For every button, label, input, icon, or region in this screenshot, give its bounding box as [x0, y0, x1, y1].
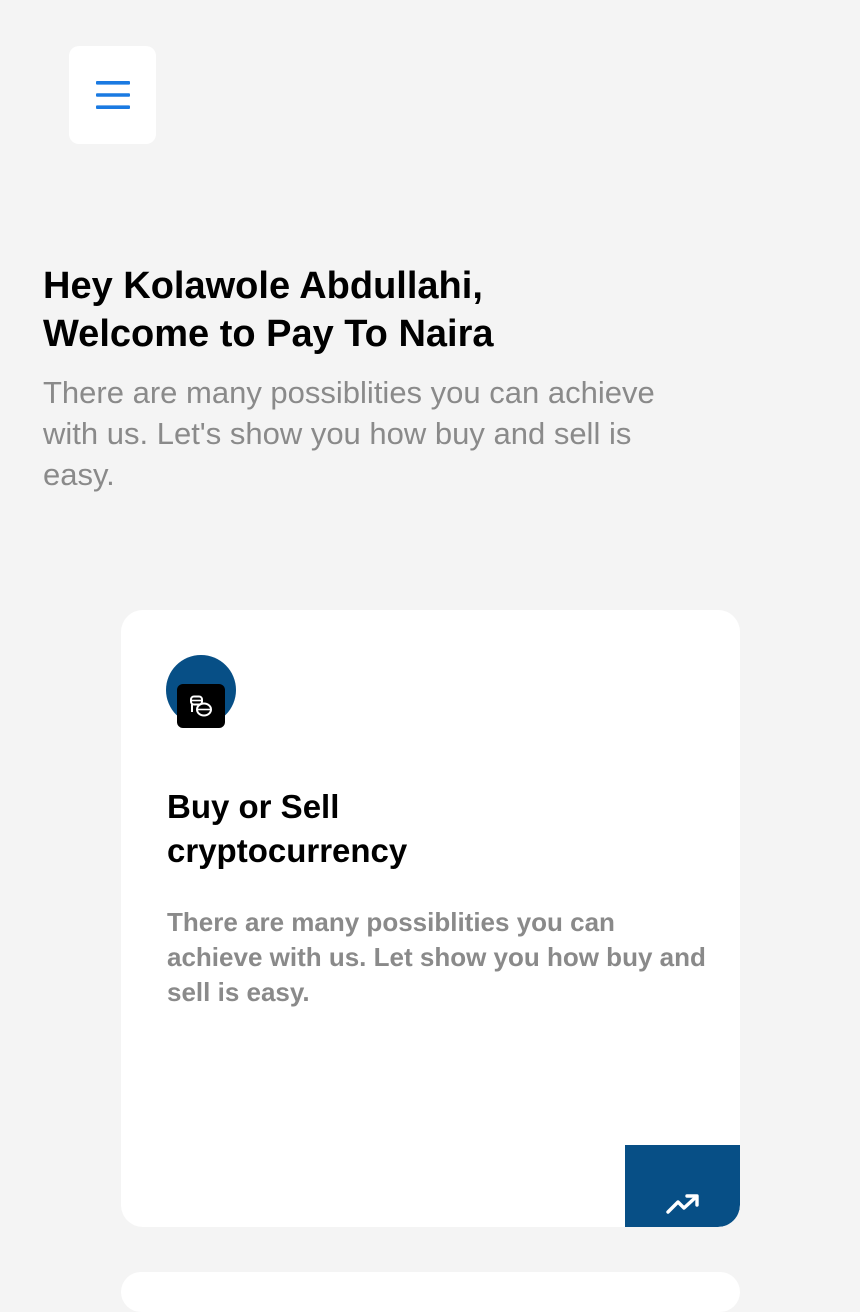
- card-title: Buy or Sell cryptocurrency: [167, 785, 687, 873]
- card-title-line2: cryptocurrency: [167, 832, 408, 869]
- menu-button[interactable]: [69, 46, 156, 144]
- card-action-button[interactable]: [625, 1145, 740, 1227]
- buy-sell-crypto-card[interactable]: Buy or Sell cryptocurrency There are man…: [121, 610, 740, 1227]
- card-description: There are many possiblities you can achi…: [167, 907, 706, 1007]
- trending-up-icon: [665, 1194, 699, 1214]
- coins-icon: [166, 655, 236, 728]
- welcome-heading: Hey Kolawole Abdullahi, Welcome to Pay T…: [43, 262, 763, 358]
- hamburger-menu-icon: [95, 81, 130, 109]
- next-card-peek[interactable]: [121, 1272, 740, 1312]
- card-title-line1: Buy or Sell: [167, 788, 340, 825]
- icon-badge: [177, 684, 225, 728]
- greeting-line-name: Hey Kolawole Abdullahi,: [43, 265, 483, 307]
- greeting-line-welcome: Welcome to Pay To Naira: [43, 313, 494, 355]
- intro-text: There are many possiblities you can achi…: [43, 375, 655, 492]
